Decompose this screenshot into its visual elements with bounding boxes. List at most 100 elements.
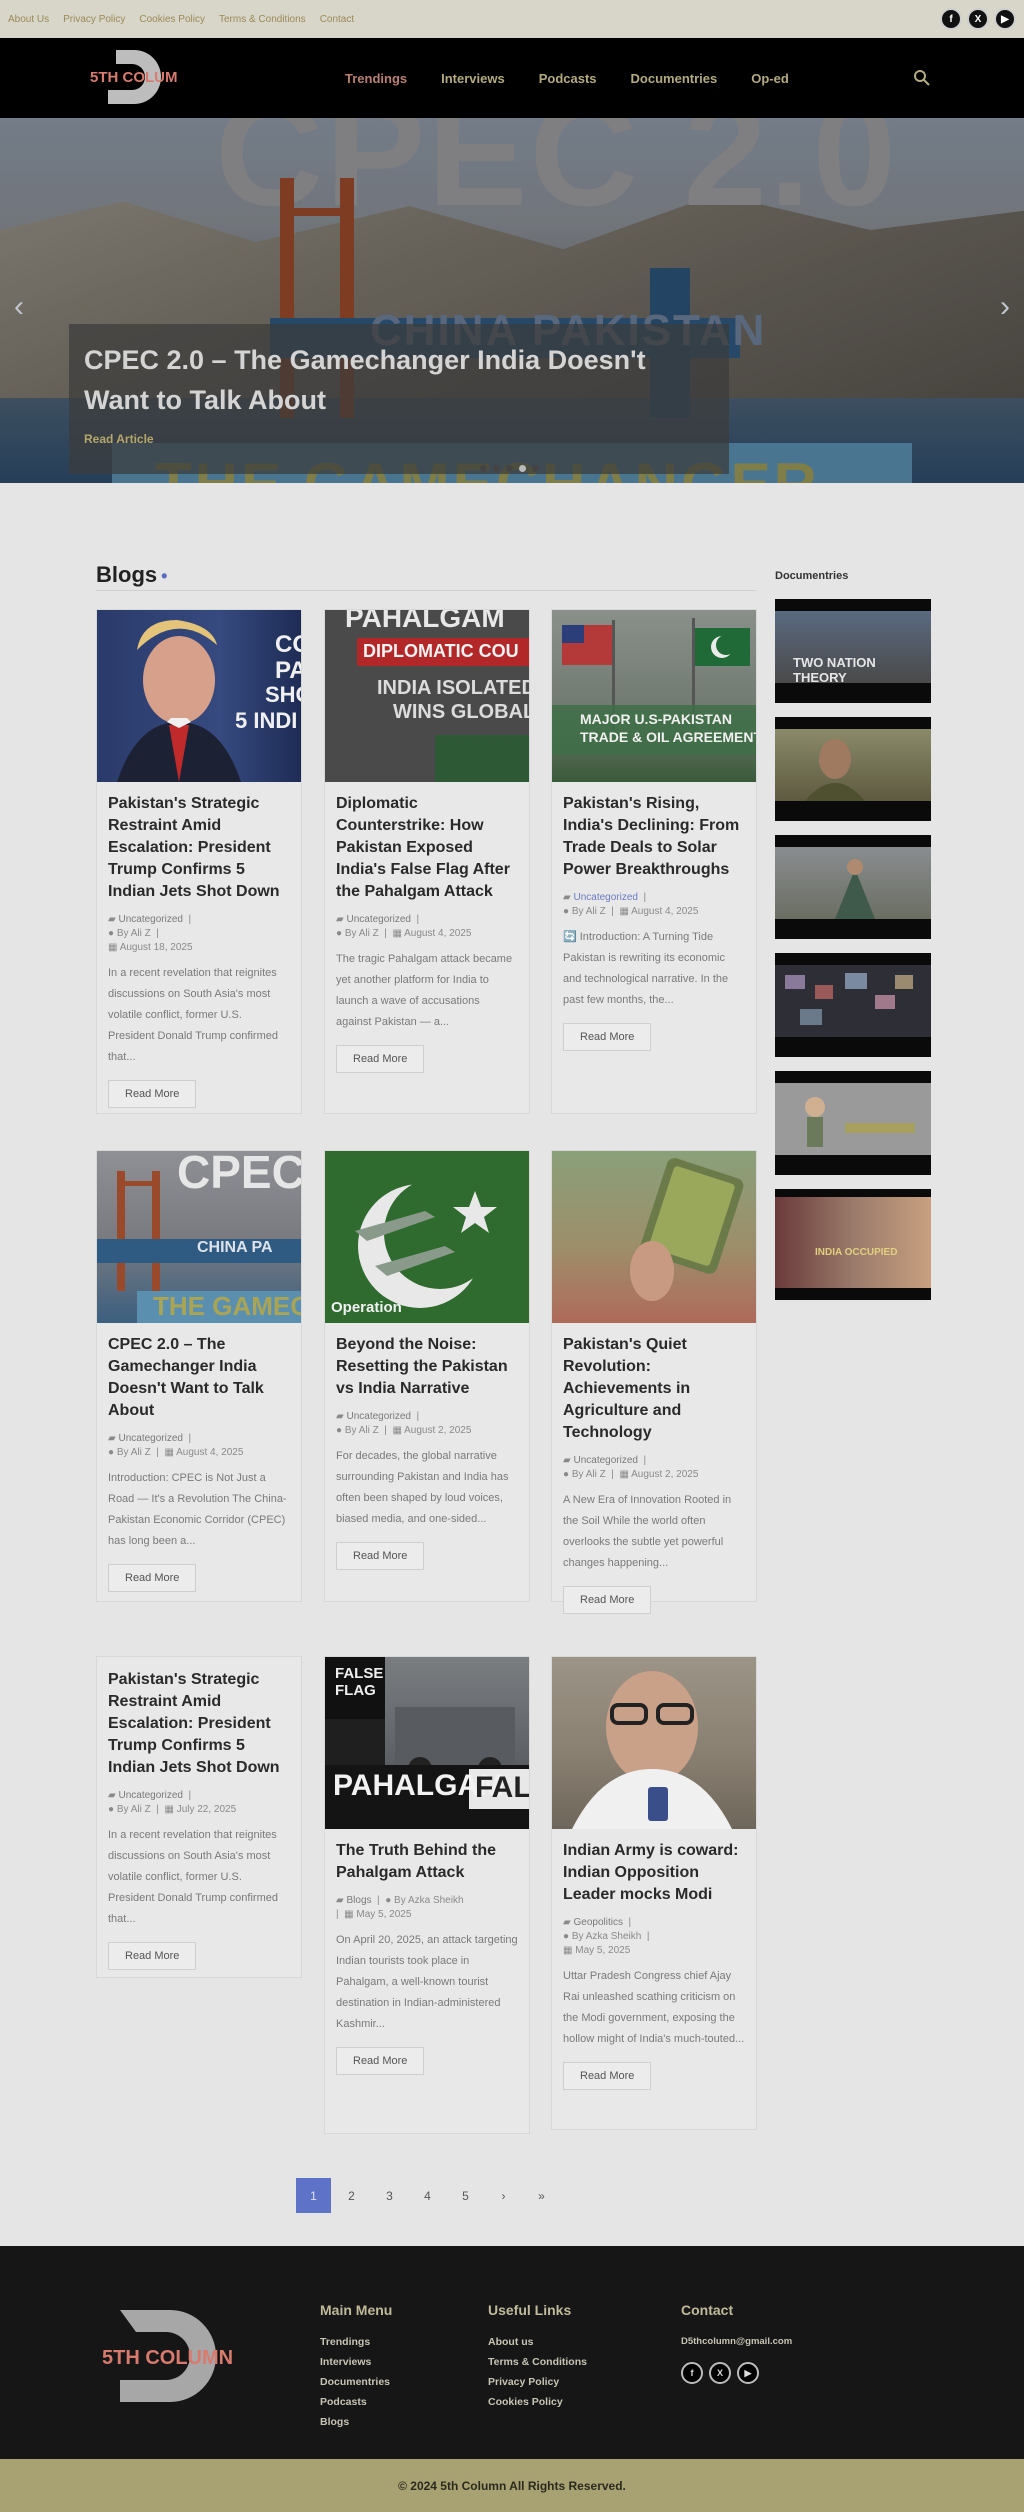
- page-1[interactable]: 1: [296, 2178, 331, 2213]
- footer-link-interviews[interactable]: Interviews: [320, 2352, 392, 2372]
- x-icon[interactable]: X: [709, 2362, 731, 2384]
- read-article-link[interactable]: Read Article: [84, 432, 154, 446]
- nav-op-ed[interactable]: Op-ed: [751, 71, 789, 86]
- footer-link-trendings[interactable]: Trendings: [320, 2332, 392, 2352]
- blog-thumb[interactable]: CPEC CHINA PA THE GAMEC: [97, 1151, 301, 1323]
- documentary-video[interactable]: [775, 835, 931, 939]
- footer-email[interactable]: D5thcolumn@gmail.com: [681, 2332, 792, 2352]
- blog-category[interactable]: Uncategorized: [118, 914, 182, 925]
- blog-category[interactable]: Uncategorized: [573, 892, 637, 903]
- blog-title[interactable]: Diplomatic Counterstrike: How Pakistan E…: [336, 793, 518, 903]
- read-more-button[interactable]: Read More: [108, 1564, 197, 1592]
- blog-category[interactable]: Uncategorized: [346, 914, 410, 925]
- top-link-privacy[interactable]: Privacy Policy: [63, 14, 125, 25]
- slider-dot[interactable]: [506, 465, 513, 472]
- top-link-about[interactable]: About Us: [8, 14, 49, 25]
- footer-link-documentries[interactable]: Documentries: [320, 2372, 392, 2392]
- documentary-video[interactable]: [775, 1071, 931, 1175]
- chevron-left-icon[interactable]: ‹: [14, 290, 24, 324]
- top-link-cookies[interactable]: Cookies Policy: [139, 14, 205, 25]
- read-more-button[interactable]: Read More: [563, 1586, 652, 1614]
- read-more-button[interactable]: Read More: [336, 1045, 425, 1073]
- page-last[interactable]: »: [524, 2178, 559, 2213]
- top-link-contact[interactable]: Contact: [320, 14, 354, 25]
- blog-thumb[interactable]: MAJOR U.S-PAKISTAN TRADE & OIL AGREEMENT…: [552, 610, 756, 782]
- youtube-icon[interactable]: ▶: [737, 2362, 759, 2384]
- blog-title[interactable]: Pakistan's Rising, India's Declining: Fr…: [563, 793, 745, 881]
- nav-podcasts[interactable]: Podcasts: [539, 71, 597, 86]
- top-link-terms[interactable]: Terms & Conditions: [219, 14, 306, 25]
- hero-title[interactable]: CPEC 2.0 – The Gamechanger India Doesn't…: [84, 340, 714, 420]
- blog-title[interactable]: CPEC 2.0 – The Gamechanger India Doesn't…: [108, 1334, 290, 1422]
- youtube-icon[interactable]: ▶: [994, 8, 1016, 30]
- blog-author[interactable]: By Ali Z: [572, 906, 606, 917]
- blog-title[interactable]: Pakistan's Strategic Restraint Amid Esca…: [108, 1669, 290, 1779]
- blog-thumb[interactable]: [552, 1657, 756, 1829]
- footer-link-about[interactable]: About us: [488, 2332, 587, 2352]
- facebook-icon[interactable]: f: [681, 2362, 703, 2384]
- documentary-video[interactable]: TWO NATION THEORY: [775, 599, 931, 703]
- footer-link-terms[interactable]: Terms & Conditions: [488, 2352, 587, 2372]
- blog-thumb[interactable]: FALSE FLAG PAHALGAM FALS: [325, 1657, 529, 1829]
- x-icon[interactable]: X: [967, 8, 989, 30]
- folder-icon: ▰: [563, 1455, 571, 1466]
- slider-dot[interactable]: [480, 465, 487, 472]
- blog-thumb[interactable]: CO PA SHO 5 INDI: [97, 610, 301, 782]
- page-3[interactable]: 3: [372, 2178, 407, 2213]
- blog-author[interactable]: By Ali Z: [572, 1469, 606, 1480]
- nav-trendings[interactable]: Trendings: [345, 71, 407, 86]
- read-more-button[interactable]: Read More: [108, 1080, 197, 1108]
- read-more-button[interactable]: Read More: [336, 1542, 425, 1570]
- documentary-video[interactable]: [775, 953, 931, 1057]
- folder-icon: ▰: [563, 892, 571, 903]
- documentary-video[interactable]: [775, 717, 931, 821]
- footer-link-blogs[interactable]: Blogs: [320, 2412, 392, 2432]
- footer-link-cookies[interactable]: Cookies Policy: [488, 2392, 587, 2412]
- blog-card: Pakistan's Strategic Restraint Amid Esca…: [96, 1656, 302, 1978]
- documentary-video[interactable]: INDIA OCCUPIED: [775, 1189, 931, 1300]
- blog-category[interactable]: Uncategorized: [573, 1455, 637, 1466]
- read-more-button[interactable]: Read More: [108, 1942, 197, 1970]
- nav-interviews[interactable]: Interviews: [441, 71, 505, 86]
- blog-category[interactable]: Blogs: [346, 1895, 371, 1906]
- blog-title[interactable]: Pakistan's Quiet Revolution: Achievement…: [563, 1334, 745, 1444]
- blog-thumb[interactable]: [552, 1151, 756, 1323]
- blog-category[interactable]: Uncategorized: [346, 1411, 410, 1422]
- site-logo[interactable]: 5TH COLUMN: [88, 46, 178, 108]
- nav-documentries[interactable]: Documentries: [631, 71, 718, 86]
- blog-category[interactable]: Uncategorized: [118, 1790, 182, 1801]
- footer-logo[interactable]: 5TH COLUMN: [100, 2306, 235, 2406]
- blog-title[interactable]: Indian Army is coward: Indian Opposition…: [563, 1840, 745, 1906]
- chevron-right-icon[interactable]: ›: [1000, 290, 1010, 324]
- read-more-button[interactable]: Read More: [336, 2047, 425, 2075]
- blog-author[interactable]: By Ali Z: [117, 1447, 151, 1458]
- footer-link-podcasts[interactable]: Podcasts: [320, 2392, 392, 2412]
- page-4[interactable]: 4: [410, 2178, 445, 2213]
- facebook-icon[interactable]: f: [940, 8, 962, 30]
- footer-link-privacy[interactable]: Privacy Policy: [488, 2372, 587, 2392]
- blog-author[interactable]: By Ali Z: [345, 928, 379, 939]
- blog-category[interactable]: Uncategorized: [118, 1433, 182, 1444]
- blog-author[interactable]: By Azka Sheikh: [572, 1931, 641, 1942]
- blog-thumb[interactable]: Operation: [325, 1151, 529, 1323]
- page-next[interactable]: ›: [486, 2178, 521, 2213]
- blog-title[interactable]: The Truth Behind the Pahalgam Attack: [336, 1840, 518, 1884]
- blog-author[interactable]: By Ali Z: [117, 928, 151, 939]
- blog-title[interactable]: Pakistan's Strategic Restraint Amid Esca…: [108, 793, 290, 903]
- calendar-icon: ▦: [164, 1804, 174, 1815]
- slider-dot-active[interactable]: [519, 465, 526, 472]
- slider-dot[interactable]: [532, 465, 539, 472]
- blog-title[interactable]: Beyond the Noise: Resetting the Pakistan…: [336, 1334, 518, 1400]
- blog-author[interactable]: By Ali Z: [117, 1804, 151, 1815]
- page-2[interactable]: 2: [334, 2178, 369, 2213]
- slider-dot[interactable]: [493, 465, 500, 472]
- read-more-button[interactable]: Read More: [563, 1023, 652, 1051]
- blog-author[interactable]: By Azka Sheikh: [394, 1895, 463, 1906]
- page-5[interactable]: 5: [448, 2178, 483, 2213]
- blog-date: August 18, 2025: [119, 942, 193, 953]
- blog-thumb[interactable]: PAHALGAM DIPLOMATIC COU INDIA ISOLATED, …: [325, 610, 529, 782]
- search-icon[interactable]: [912, 68, 932, 88]
- blog-category[interactable]: Geopolitics: [573, 1917, 622, 1928]
- read-more-button[interactable]: Read More: [563, 2062, 652, 2090]
- blog-author[interactable]: By Ali Z: [345, 1425, 379, 1436]
